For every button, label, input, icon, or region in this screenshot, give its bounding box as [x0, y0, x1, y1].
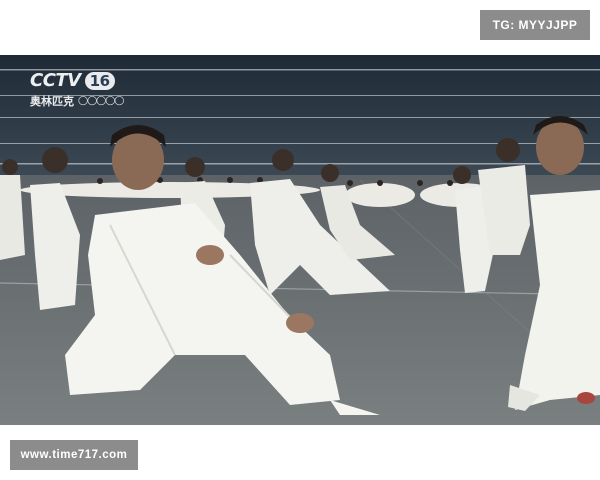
channel-number: 16 [84, 71, 115, 90]
channel-subtitle: 奥林匹克 [30, 95, 74, 108]
olympic-rings-icon: ◯◯◯◯◯ [78, 96, 124, 106]
watermark-text-top: TG: MYYJJPP [492, 18, 578, 32]
watermark-text-bottom: www.time717.com [20, 449, 128, 461]
watermark-badge-bottom: www.time717.com [10, 440, 138, 470]
channel-name: CCTV [30, 70, 81, 91]
broadcast-logo: CCTV 16 奥林匹克 ◯◯◯◯◯ [30, 70, 130, 112]
watermark-badge-top: TG: MYYJJPP [480, 10, 590, 40]
